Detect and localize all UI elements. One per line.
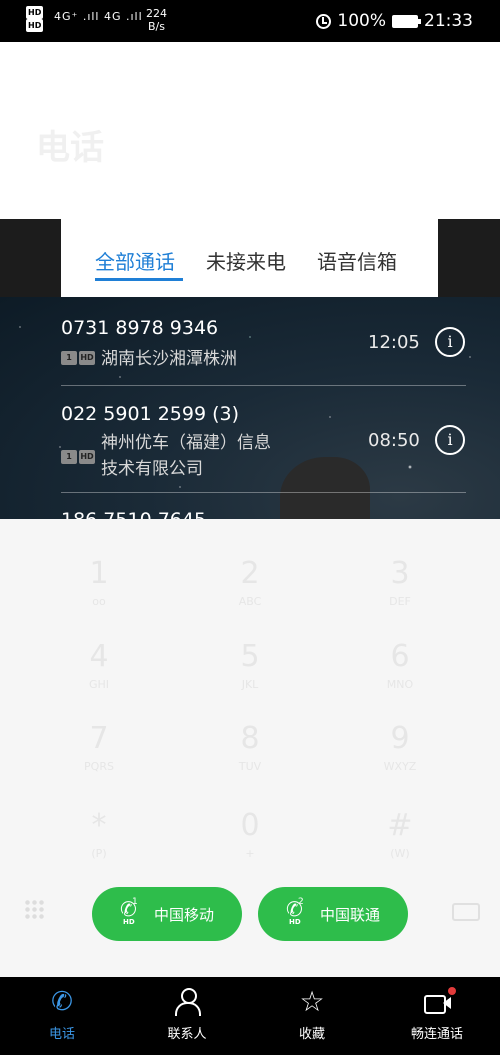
dialpad-toggle-icon[interactable] [24, 899, 46, 921]
battery-icon [392, 14, 421, 28]
dial-key-7[interactable]: 7 PQRS [44, 722, 154, 774]
caller-number: 022 5901 2599 (3) [61, 403, 240, 425]
backspace-icon[interactable] [452, 903, 480, 921]
nav-phone[interactable]: ✆ 电话 [12, 987, 112, 1042]
call-time: 12:05 [368, 332, 420, 353]
page-title: 电话 [36, 128, 104, 168]
status-right: 100% 21:33 [316, 11, 473, 31]
carrier-label: 中国移动 [153, 905, 214, 924]
tab-voicemail[interactable]: 语音信箱 [317, 246, 397, 275]
bottom-nav: ✆ 电话 联系人 ☆ 收藏 畅连通话 [0, 977, 500, 1055]
dial-key-3[interactable]: 3 DEF [345, 557, 455, 609]
call-log-tabs: 全部通话 未接来电 语音信箱 [61, 219, 438, 297]
dial-key-star[interactable]: * (P) [44, 809, 154, 861]
dial-key-6[interactable]: 6 MNO [345, 640, 455, 692]
carrier-label: 中国联通 [319, 905, 380, 924]
header: 电话 [0, 42, 500, 219]
dial-key-1[interactable]: 1 oo [44, 557, 154, 609]
phone-icon: ✆ 1 HD [119, 897, 138, 926]
status-bar: HD HD 4G⁺ .ıll 4G .ıll 224 B/s 100% 21:3… [0, 0, 500, 42]
sim-badges: 1 HD [61, 351, 95, 365]
dialpad: 1 oo 2 ABC 3 DEF 4 GHI 5 JKL 6 MNO 7 PQRS 8 TUV … [0, 519, 500, 977]
tab-missed-calls[interactable]: 未接来电 [206, 246, 286, 275]
dial-key-5[interactable]: 5 JKL [195, 640, 305, 692]
hd-indicators: HD HD [26, 6, 45, 32]
caller-location: 湖南长沙湘潭株洲 [101, 349, 237, 369]
tab-bar-edge [438, 219, 500, 297]
sim-badges: 1 HD [61, 450, 95, 464]
call-log-row[interactable]: 0731 8978 9346 1 HD 湖南长沙湘潭株洲 12:05 i [0, 297, 500, 387]
sim-badge: 1 [61, 450, 77, 464]
nav-favorites[interactable]: ☆ 收藏 [262, 985, 362, 1043]
divider [61, 492, 466, 493]
dial-key-9[interactable]: 9 WXYZ [345, 722, 455, 774]
signal-icon: 4G⁺ .ıll 4G .ıll [54, 10, 143, 23]
tab-all-calls[interactable]: 全部通话 [95, 246, 175, 275]
dial-key-2[interactable]: 2 ABC [195, 557, 305, 609]
divider [61, 385, 466, 386]
nav-video-calls[interactable]: 畅连通话 [387, 987, 487, 1042]
phone-icon: ✆ 2 HD [285, 897, 304, 926]
caller-number: 0731 8978 9346 [61, 317, 219, 339]
active-tab-indicator [95, 278, 183, 281]
call-sim1-button[interactable]: ✆ 1 HD 中国移动 [92, 887, 242, 941]
hd-badge: HD [26, 6, 44, 19]
hd-badge: HD [26, 19, 44, 32]
clock: 21:33 [424, 11, 473, 31]
call-sim2-button[interactable]: ✆ 2 HD 中国联通 [258, 887, 408, 941]
nav-contacts[interactable]: 联系人 [137, 987, 237, 1042]
hd-badge: HD [79, 351, 95, 365]
info-icon[interactable]: i [435, 327, 465, 357]
dial-key-hash[interactable]: # (W) [345, 809, 455, 861]
dial-key-8[interactable]: 8 TUV [195, 722, 305, 774]
call-time: 08:50 [368, 430, 420, 451]
tab-bar-edge [0, 219, 61, 297]
info-icon[interactable]: i [435, 425, 465, 455]
video-call-icon [422, 987, 456, 1017]
dial-key-0[interactable]: 0 + [195, 809, 305, 861]
call-log-list: 0731 8978 9346 1 HD 湖南长沙湘潭株洲 12:05 i 022… [0, 297, 500, 519]
caller-number[interactable]: 186 7510 7645 [61, 509, 206, 519]
phone-icon: ✆ [51, 987, 73, 1017]
alarm-icon [316, 13, 332, 29]
hd-badge: HD [79, 450, 95, 464]
dial-key-4[interactable]: 4 GHI [44, 640, 154, 692]
battery-percent: 100% [337, 11, 386, 31]
person-icon [172, 987, 202, 1017]
caller-location: 神州优车（福建）信息 技术有限公司 [101, 433, 271, 479]
sim-badge: 1 [61, 351, 77, 365]
call-log-row[interactable]: 022 5901 2599 (3) 1 HD 神州优车（福建）信息 技术有限公司… [0, 387, 500, 493]
notification-dot [448, 987, 456, 995]
network-speed: 224 B/s [146, 7, 167, 33]
star-icon: ☆ [299, 985, 325, 1018]
